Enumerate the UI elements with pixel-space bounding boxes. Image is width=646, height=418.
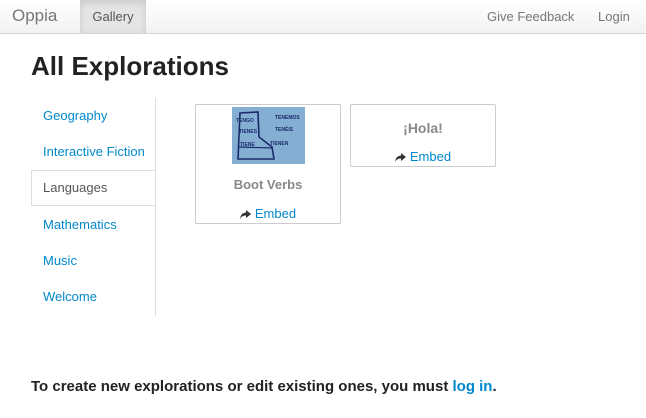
log-in-link[interactable]: log in — [452, 378, 492, 395]
thumbnail-word: TIENES — [239, 129, 258, 135]
category-music[interactable]: Music — [31, 243, 154, 279]
login-link[interactable]: Login — [598, 0, 630, 33]
login-prompt: To create new explorations or edit exist… — [31, 378, 497, 395]
thumbnail-word: TIENE — [240, 142, 255, 148]
category-label: Geography — [43, 108, 108, 123]
exploration-card-hola[interactable]: ¡Hola! Embed — [350, 104, 496, 167]
give-feedback-link[interactable]: Give Feedback — [487, 0, 574, 33]
category-mathematics[interactable]: Mathematics — [31, 207, 154, 243]
category-sidebar: Geography Interactive Fiction Languages … — [31, 98, 156, 316]
nav-gallery-tab[interactable]: Gallery — [80, 0, 146, 33]
share-icon — [239, 210, 251, 219]
login-prompt-text: To create new explorations or edit exist… — [31, 378, 453, 395]
login-prompt-end: . — [492, 378, 497, 395]
page-title: All Explorations — [31, 51, 229, 81]
brand-logo[interactable]: Oppia — [12, 6, 57, 26]
category-geography[interactable]: Geography — [31, 98, 154, 134]
exploration-title[interactable]: ¡Hola! — [351, 120, 495, 136]
embed-link[interactable]: Embed — [196, 206, 340, 221]
boot-verbs-thumbnail[interactable]: TENGO TENEMOS TIENES TENÉIS TIENE TIENEN — [232, 107, 305, 164]
share-icon — [394, 153, 406, 162]
thumbnail-word: TENGO — [236, 118, 254, 124]
category-label: Welcome — [43, 289, 97, 304]
category-label: Mathematics — [43, 217, 117, 232]
category-interactive-fiction[interactable]: Interactive Fiction — [31, 134, 154, 170]
embed-label: Embed — [409, 149, 452, 164]
category-welcome[interactable]: Welcome — [31, 279, 154, 315]
category-label: Languages — [43, 180, 108, 195]
thumbnail-word: TIENEN — [270, 141, 289, 147]
thumbnail-word: TENÉIS — [275, 125, 294, 133]
embed-link[interactable]: Embed — [351, 149, 495, 164]
thumbnail-word: TENEMOS — [275, 115, 300, 121]
top-navbar: Oppia Gallery Give Feedback Login — [0, 0, 646, 34]
exploration-title[interactable]: Boot Verbs — [196, 177, 340, 192]
category-languages[interactable]: Languages — [31, 170, 155, 206]
exploration-card-boot-verbs[interactable]: TENGO TENEMOS TIENES TENÉIS TIENE TIENEN… — [195, 104, 341, 224]
category-label: Interactive Fiction — [43, 144, 145, 159]
embed-label: Embed — [254, 206, 297, 221]
category-label: Music — [43, 253, 77, 268]
